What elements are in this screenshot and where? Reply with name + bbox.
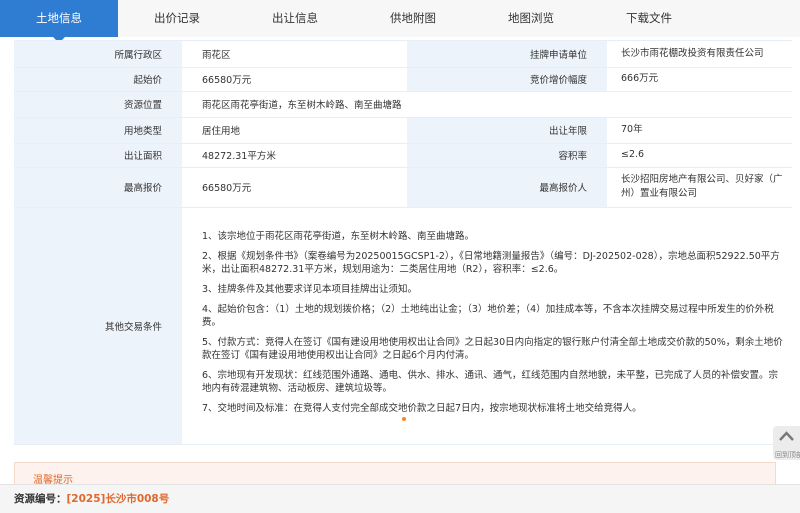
start-price-value: 66580万元 bbox=[182, 67, 407, 92]
chevron-up-icon bbox=[779, 431, 794, 441]
empty-cell bbox=[607, 91, 792, 118]
tab-download-files[interactable]: 下载文件 bbox=[590, 0, 708, 37]
tab-land-maps[interactable]: 供地附图 bbox=[354, 0, 472, 37]
district-value: 雨花区 bbox=[182, 41, 407, 68]
table-row: 用地类型 居住用地 出让年限 70年 bbox=[14, 117, 792, 144]
top-bidder-value: 长沙招阳房地产有限公司、贝好家（广州）置业有限公司 bbox=[607, 167, 792, 208]
table-row: 起始价 66580万元 竞价增价幅度 666万元 bbox=[14, 67, 792, 92]
applicant-label: 挂牌申请单位 bbox=[407, 41, 607, 68]
years-value: 70年 bbox=[607, 117, 792, 144]
term-item: 2、根据《规划条件书》（案卷编号为20250015GCSP1-2），《日常地籍测… bbox=[202, 250, 780, 275]
land-use-label: 用地类型 bbox=[14, 117, 182, 144]
land-info-table: 所属行政区 雨花区 挂牌申请单位 长沙市雨花棚改投资有限责任公司 起始价 665… bbox=[14, 40, 792, 449]
table-row: 出让面积 48272.31平方米 容积率 ≤2.6 bbox=[14, 143, 792, 168]
location-label: 资源位置 bbox=[14, 91, 182, 118]
table-row: 资源位置 雨花区雨花亭街道，东至树木岭路、南至曲塘路 bbox=[14, 91, 792, 118]
term-item: 6、宗地现有开发现状：红线范围外通路、通电、供水、排水、通讯、通气，红线范围内自… bbox=[202, 369, 779, 394]
land-use-value: 居住用地 bbox=[182, 117, 407, 144]
far-value: ≤2.6 bbox=[607, 143, 792, 168]
term-item: 1、该宗地位于雨花区雨花亭街道，东至树木岭路、南至曲塘路。 bbox=[202, 230, 475, 242]
terms-label: 其他交易条件 bbox=[14, 207, 182, 445]
back-to-top-label: 回到顶部 bbox=[775, 451, 800, 459]
tab-map-view[interactable]: 地图浏览 bbox=[472, 0, 590, 37]
table-row: 所属行政区 雨花区 挂牌申请单位 长沙市雨花棚改投资有限责任公司 bbox=[14, 41, 792, 68]
years-label: 出让年限 bbox=[407, 117, 607, 144]
table-row: 最高报价 66580万元 最高报价人 长沙招阳房地产有限公司、贝好家（广州）置业… bbox=[14, 167, 792, 208]
tab-bar: 土地信息 出价记录 出让信息 供地附图 地图浏览 下载文件 bbox=[0, 0, 800, 43]
start-price-label: 起始价 bbox=[14, 67, 182, 92]
area-value: 48272.31平方米 bbox=[182, 143, 407, 168]
resource-id-label: 资源编号： bbox=[14, 493, 67, 505]
top-bidder-label: 最高报价人 bbox=[407, 167, 607, 208]
term-item: 4、起始价包含：（1）土地的规划拨价格；（2）土地纯出让金；（3）地价差；（4）… bbox=[202, 303, 774, 328]
increment-label: 竞价增价幅度 bbox=[407, 67, 607, 92]
resource-id-bar: 资源编号：[2025]长沙市008号 bbox=[0, 484, 800, 513]
table-row: 其他交易条件 1、该宗地位于雨花区雨花亭街道，东至树木岭路、南至曲塘路。 2、根… bbox=[14, 207, 792, 445]
term-item: 3、挂牌条件及其他要求详见本项目挂牌出让须知。 bbox=[202, 283, 418, 295]
tab-bid-records[interactable]: 出价记录 bbox=[118, 0, 236, 37]
term-item: 5、付款方式：竞得人在签订《国有建设用地使用权出让合同》之日起30日内向指定的银… bbox=[202, 336, 783, 361]
location-value: 雨花区雨花亭街道，东至树木岭路、南至曲塘路 bbox=[182, 91, 607, 118]
far-label: 容积率 bbox=[407, 143, 607, 168]
top-price-value: 66580万元 bbox=[182, 167, 407, 208]
applicant-value: 长沙市雨花棚改投资有限责任公司 bbox=[607, 41, 792, 68]
area-label: 出让面积 bbox=[14, 143, 182, 168]
top-price-label: 最高报价 bbox=[14, 167, 182, 208]
back-to-top-button[interactable]: 回到顶部 bbox=[773, 426, 800, 460]
tab-land-info[interactable]: 土地信息 bbox=[0, 0, 118, 43]
resource-id-value: [2025]长沙市008号 bbox=[66, 493, 170, 505]
district-label: 所属行政区 bbox=[14, 41, 182, 68]
terms-content: 1、该宗地位于雨花区雨花亭街道，东至树木岭路、南至曲塘路。 2、根据《规划条件书… bbox=[182, 207, 792, 445]
increment-value: 666万元 bbox=[607, 67, 792, 92]
notice-text: 温馨提示 bbox=[33, 475, 73, 484]
cursor-dot bbox=[402, 417, 406, 421]
notice-banner: 温馨提示 bbox=[14, 462, 776, 484]
tab-transfer-info[interactable]: 出让信息 bbox=[236, 0, 354, 37]
term-item: 7、交地时间及标准：在竞得人支付完全部成交地价款之日起7日内，按宗地现状标准将土… bbox=[202, 402, 642, 414]
